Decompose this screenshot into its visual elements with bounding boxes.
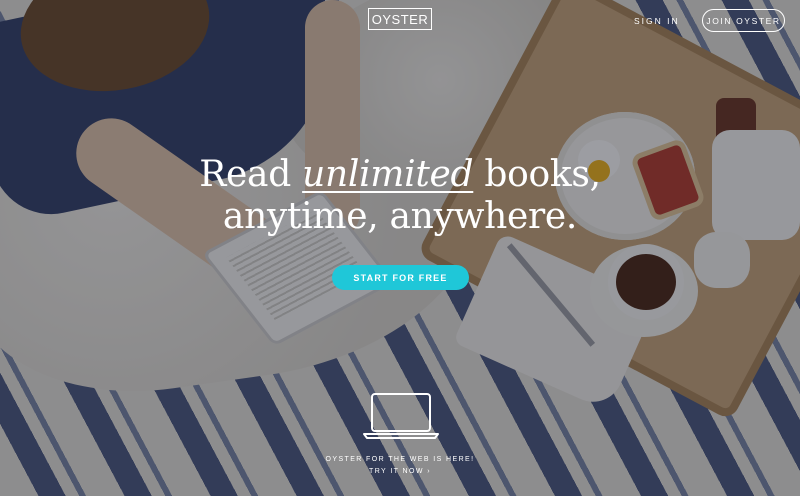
headline-text-end: books, (473, 154, 601, 195)
headline-text-start: Read (199, 154, 303, 195)
web-promo-text: OYSTER FOR THE WEB IS HERE! (325, 456, 475, 463)
join-oyster-button[interactable]: JOIN OYSTER (702, 9, 785, 32)
start-for-free-button[interactable]: START FOR FREE (332, 265, 469, 290)
hero-headline: Read unlimited books, anytime, anywhere. (0, 154, 800, 238)
oyster-logo[interactable]: OYSTER (368, 8, 432, 30)
hero-section: OYSTER SIGN IN JOIN OYSTER Read unlimite… (0, 0, 800, 496)
headline-line-2: anytime, anywhere. (222, 196, 578, 237)
headline-emphasis: unlimited (302, 154, 474, 195)
laptop-icon (363, 393, 439, 439)
sign-in-link[interactable]: SIGN IN (634, 15, 680, 27)
try-it-now-link[interactable]: TRY IT NOW › (0, 467, 800, 477)
